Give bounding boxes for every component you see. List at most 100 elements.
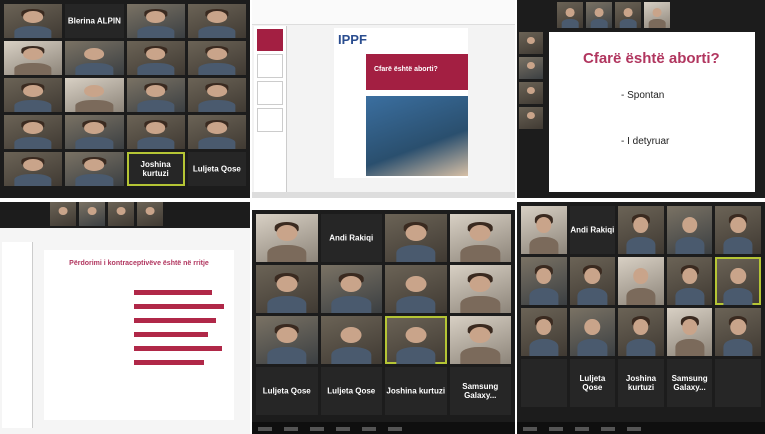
video-tile[interactable] [187,41,246,75]
chart-bar [134,304,224,309]
video-tile[interactable] [126,78,185,112]
video-tile[interactable] [256,265,318,313]
video-tile[interactable] [557,2,583,28]
video-tile[interactable] [320,265,382,313]
video-tile[interactable] [4,78,63,112]
powerpoint-chart-window: Përdorimi i kontraceptivëve është në rri… [0,202,250,434]
video-tile[interactable] [50,202,76,226]
chart-bar [134,332,208,337]
video-tile[interactable] [569,308,616,356]
video-tile[interactable] [644,2,670,28]
video-tile[interactable] [256,214,318,262]
video-tile[interactable] [519,107,543,129]
name-tile[interactable]: Luljeta Qose [256,367,318,415]
bullet-i-detyruar: - I detyruar [621,136,670,147]
ribbon[interactable] [252,0,515,25]
video-tile[interactable] [618,308,664,356]
video-tile[interactable] [449,316,511,364]
video-tile[interactable] [586,2,612,28]
chart-bar [134,318,216,323]
video-tile[interactable] [187,115,246,149]
powerpoint-window: IPPF Cfarë është aborti? [252,0,515,198]
video-tile[interactable] [320,316,382,364]
video-tile[interactable] [65,78,124,112]
video-tile[interactable] [449,265,511,313]
zoom-toolbar[interactable] [517,422,765,434]
zoom-share-panel: Cfarë është aborti? - Spontan - I detyru… [517,0,765,198]
slide-title: Cfarë është aborti? [583,50,720,67]
slide-canvas[interactable]: IPPF Cfarë është aborti? [334,28,468,178]
video-tile[interactable] [715,206,761,254]
status-bar [252,192,515,198]
name-tile[interactable]: Luljeta Qose [187,152,246,186]
video-tile[interactable] [137,202,163,226]
video-tile[interactable] [666,206,713,254]
video-tile[interactable] [126,41,185,75]
video-tile[interactable] [4,115,63,149]
name-tile[interactable]: Luljeta Qose [320,367,382,415]
video-tile[interactable] [65,115,124,149]
zoom-gallery-panel-6: Andi Rakiqi Luljeta Qose Joshina kurtuzi… [517,202,765,434]
video-tile[interactable] [79,202,105,226]
video-tile[interactable] [256,316,318,364]
empty-tile [521,359,567,407]
video-tile[interactable] [187,78,246,112]
ippf-logo: IPPF [338,32,367,47]
slide-thumbnails[interactable] [2,242,33,428]
shared-slide: Cfarë është aborti? - Spontan - I detyru… [549,32,755,192]
name-tile[interactable]: Luljeta Qose [569,359,616,407]
video-tile[interactable] [108,202,134,226]
chart-bar [134,360,204,365]
video-tile[interactable] [666,308,713,356]
video-tile[interactable] [187,4,246,38]
video-tile[interactable] [618,206,664,254]
ippf-logo-text: IPPF [338,32,367,47]
name-tile[interactable]: Andi Rakiqi [320,214,382,262]
video-tile[interactable] [519,57,543,79]
bullet-spontan: - Spontan [621,90,665,101]
zoom-gallery-panel-5: Andi Rakiqi Luljeta Qose Luljeta Qose Jo… [252,210,515,434]
slide-thumbnails[interactable] [254,26,287,192]
slide-title: Cfarë është aborti? [374,66,438,73]
video-tile[interactable] [519,82,543,104]
video-tile[interactable] [615,2,641,28]
video-tile[interactable] [126,4,185,38]
video-tile-active-speaker[interactable] [385,316,447,364]
video-tile[interactable] [715,308,761,356]
video-tile[interactable] [618,257,664,305]
slide-image [366,96,468,176]
name-tile[interactable]: Blerina ALPIN [65,4,124,38]
video-tile[interactable] [4,4,63,38]
thumbnail-strip-top [517,2,765,30]
chart-title: Përdorimi i kontraceptivëve është në rri… [69,260,209,267]
video-tile[interactable] [126,115,185,149]
empty-tile [715,359,761,407]
video-tile[interactable] [521,257,567,305]
name-tile[interactable]: Samsung Galaxy... [666,359,713,407]
video-tile[interactable] [519,32,543,54]
name-tile[interactable]: Andi Rakiqi [569,206,616,254]
video-tile-active-speaker[interactable] [715,257,761,305]
zoom-gallery-panel-1: Blerina ALPIN Joshina kurtuzi Luljeta Qo… [0,0,250,198]
name-tile[interactable]: Samsung Galaxy... [449,367,511,415]
video-tile[interactable] [4,41,63,75]
name-tile-active-speaker[interactable]: Joshina kurtuzi [126,152,185,186]
zoom-toolbar[interactable] [252,422,515,434]
video-tile[interactable] [65,152,124,186]
thumbnail-column [519,32,543,194]
video-tile[interactable] [449,214,511,262]
video-tile[interactable] [521,206,567,254]
video-tile[interactable] [521,308,567,356]
video-tile[interactable] [4,152,63,186]
chart-bar [134,346,222,351]
video-tile[interactable] [385,214,447,262]
video-tile[interactable] [569,257,616,305]
thumbnail-strip-top [0,202,250,228]
video-tile[interactable] [65,41,124,75]
chart-bar [134,290,212,295]
video-tile[interactable] [385,265,447,313]
chart-slide: Përdorimi i kontraceptivëve është në rri… [44,250,234,420]
name-tile[interactable]: Joshina kurtuzi [618,359,664,407]
video-tile[interactable] [666,257,713,305]
name-tile[interactable]: Joshina kurtuzi [385,367,447,415]
